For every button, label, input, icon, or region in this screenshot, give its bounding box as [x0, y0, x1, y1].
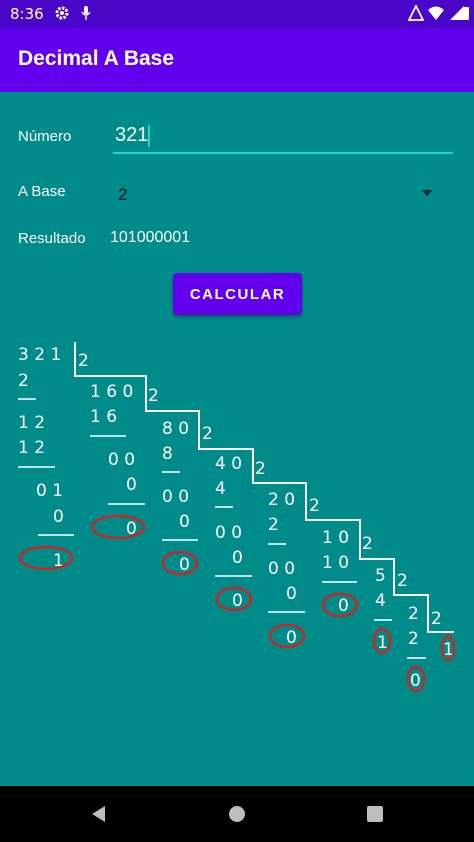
quot-0: 1 6 0 — [90, 382, 133, 402]
quot-6: 2 — [408, 604, 419, 624]
rem-0a: 1 2 — [18, 413, 45, 433]
quot-2: 4 0 — [215, 454, 242, 474]
dividend: 3 2 1 — [18, 345, 61, 365]
app-bar: Decimal A Base — [0, 28, 474, 92]
sub-6: 4 — [375, 591, 386, 611]
sub-5: 1 0 — [322, 553, 349, 573]
battery-icon — [463, 7, 469, 20]
rem-2b: 0 — [179, 512, 190, 532]
divisor-5: 2 — [362, 534, 373, 554]
back-icon[interactable] — [89, 804, 109, 824]
rem-3a: 0 0 — [215, 523, 242, 543]
wifi-icon — [428, 6, 444, 20]
divisor: 2 — [78, 351, 89, 371]
navigation-bar — [0, 786, 474, 842]
rem-0d: 0 — [53, 507, 64, 527]
sub-4: 2 — [268, 515, 279, 535]
divisor-1: 2 — [148, 386, 159, 406]
quot-4: 1 0 — [322, 528, 349, 548]
divisor-6: 2 — [397, 571, 408, 591]
home-icon[interactable] — [227, 804, 247, 824]
divisor-3: 2 — [255, 459, 266, 479]
quot-5: 5 — [375, 566, 386, 586]
rem-0c: 0 1 — [36, 481, 63, 501]
settings-icon — [55, 6, 69, 20]
sub-3: 4 — [215, 479, 226, 499]
sub-0: 2 — [18, 371, 29, 391]
signal-icon — [408, 5, 424, 21]
rem-3b: 0 — [232, 548, 243, 568]
divisor-2: 2 — [202, 424, 213, 444]
divisor-4: 2 — [309, 496, 320, 516]
sub-2: 8 — [162, 444, 173, 464]
status-bar: 8:36 — [0, 0, 474, 28]
quot-3: 2 0 — [268, 490, 295, 510]
rem-2a: 0 0 — [162, 487, 189, 507]
rem-4a: 0 0 — [268, 559, 295, 579]
rem-0b: 1 2 — [18, 438, 45, 458]
app-title: Decimal A Base — [18, 47, 175, 70]
bit-5: 0 — [338, 596, 349, 616]
quot-1: 8 0 — [162, 419, 189, 439]
sub-1: 1 6 — [90, 407, 117, 427]
sub-7: 2 — [408, 629, 419, 649]
rem-4b: 0 — [286, 584, 297, 604]
rem-1a: 0 0 — [108, 450, 135, 470]
division-image: 3 2 1 2 2 1 2 1 2 0 1 0 1 1 6 0 2 1 6 0 … — [18, 342, 456, 693]
divisor-7: 2 — [431, 609, 442, 629]
bit-ring-0 — [18, 545, 74, 571]
rem-1b: 0 — [126, 475, 137, 495]
status-time: 8:36 — [10, 5, 44, 23]
microphone-icon — [81, 6, 91, 20]
recents-icon[interactable] — [365, 804, 385, 824]
